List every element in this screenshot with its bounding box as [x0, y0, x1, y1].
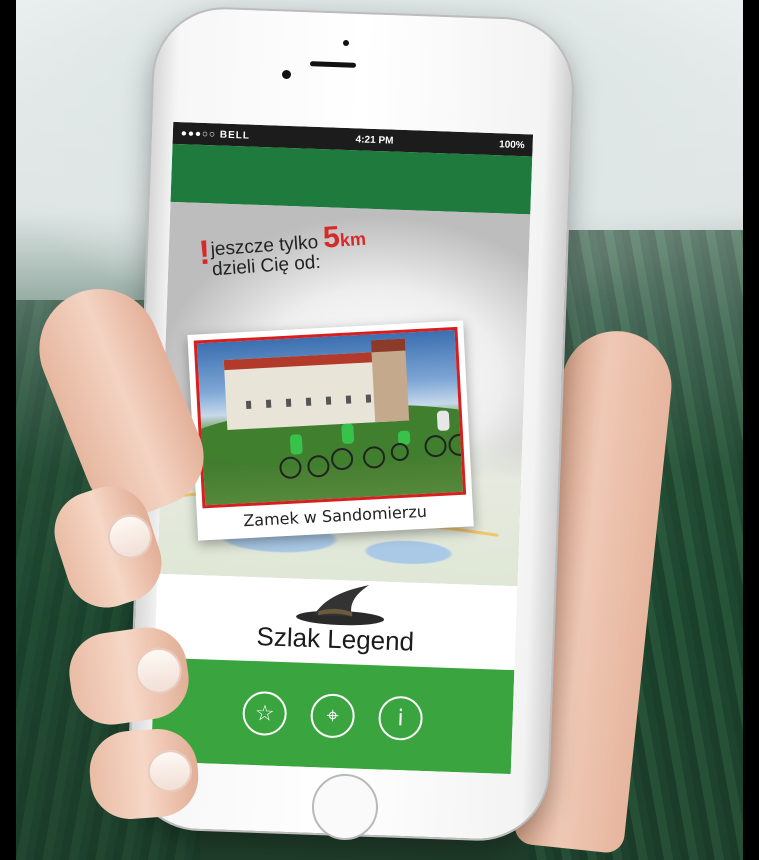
bike-wheel	[423, 434, 448, 458]
castle-tower	[370, 338, 410, 423]
castle-window	[245, 400, 252, 409]
bike-wheel	[278, 456, 303, 480]
castle-window	[345, 395, 352, 404]
status-time: 4:21 PM	[355, 133, 394, 147]
left-border	[0, 0, 16, 860]
right-border	[743, 0, 759, 860]
castle-window	[285, 398, 292, 407]
front-camera	[282, 70, 291, 79]
battery-level: 100%	[498, 138, 525, 151]
bike-wheel	[330, 447, 354, 471]
castle-window	[365, 394, 372, 403]
castle-window	[325, 396, 332, 405]
bottom-navigation: ☆ ⌖ i	[150, 657, 515, 775]
castle-window	[305, 397, 312, 406]
phone-screen: ●●●○○ BELL 4:21 PM 100% ! jeszcze tylko …	[150, 121, 534, 775]
map-button[interactable]: ⌖	[309, 693, 356, 739]
destination-postcard[interactable]: Zamek w Sandomierzu	[187, 320, 474, 541]
brand-section: Szlak Legend	[154, 573, 518, 671]
hand-finger	[87, 726, 201, 822]
cyclist	[436, 410, 450, 431]
info-icon: i	[397, 705, 405, 731]
distance-value: 5	[321, 220, 341, 255]
finger-nail	[146, 748, 194, 794]
location-pin-icon: ⌖	[326, 703, 340, 729]
proximity-sensor	[343, 40, 349, 46]
finger-nail	[132, 644, 185, 697]
favorites-button[interactable]: ☆	[241, 690, 288, 737]
bike-wheel	[306, 454, 331, 478]
castle-photo	[193, 326, 467, 509]
destination-hero: ! jeszcze tylko 5km dzieli Cię od: Zamek…	[157, 201, 531, 587]
carrier-signal: ●●●○○ BELL	[180, 127, 251, 142]
cyclist	[289, 434, 303, 455]
bike-wheel	[447, 433, 467, 457]
distance-headline: ! jeszcze tylko 5km dzieli Cię od:	[198, 219, 368, 282]
witch-hat-icon	[296, 585, 385, 626]
star-icon: ☆	[254, 700, 275, 727]
app-title: Szlak Legend	[256, 621, 415, 657]
bike-wheel	[362, 445, 386, 469]
castle-window	[265, 399, 272, 408]
info-button[interactable]: i	[377, 695, 424, 741]
distance-unit: km	[339, 228, 367, 251]
cyclist	[341, 423, 355, 444]
